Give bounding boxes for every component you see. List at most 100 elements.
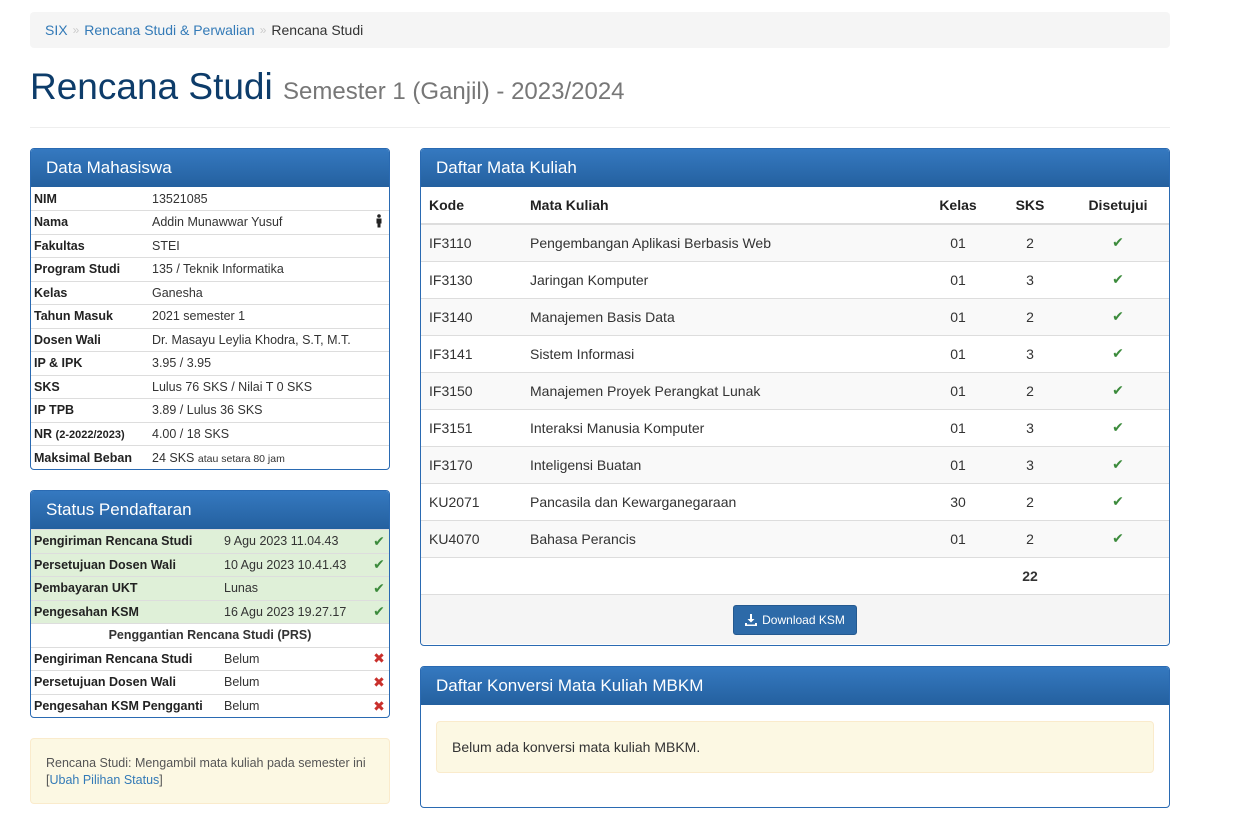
prs-status-row: Persetujuan Dosen Wali Belum ✖ — [31, 670, 389, 694]
info-label: IP TPB — [31, 398, 149, 422]
course-name: Manajemen Proyek Perangkat Lunak — [522, 371, 923, 409]
info-value: Lulus 76 SKS / Nilai T 0 SKS — [149, 374, 389, 399]
course-class: 01 — [923, 260, 993, 298]
approved-check-icon: ✔ — [1067, 408, 1169, 446]
status-value: 10 Agu 2023 10.41.43 — [221, 552, 369, 577]
course-name: Pancasila dan Kewarganegaraan — [522, 482, 923, 520]
table-row: IF3170 Inteligensi Buatan 01 3 ✔ — [421, 445, 1169, 483]
course-class: 01 — [923, 334, 993, 372]
table-row: IF3141 Sistem Informasi 01 3 ✔ — [421, 334, 1169, 372]
breadcrumb-link-rencana-studi-perwalian[interactable]: Rencana Studi & Perwalian — [84, 22, 254, 38]
info-row-nim: NIM 13521085 — [31, 187, 389, 211]
course-code: IF3150 — [421, 371, 522, 409]
approved-check-icon: ✔ — [1067, 260, 1169, 298]
info-value-text: 24 SKS — [152, 450, 195, 465]
status-value: Belum — [221, 693, 369, 717]
info-label: Kelas — [31, 280, 149, 305]
info-label: Fakultas — [31, 233, 149, 258]
status-row: Pengesahan KSM 16 Agu 2023 19.27.17 ✔ — [31, 599, 389, 624]
info-row-nama: Nama Addin Munawwar Yusuf — [31, 210, 389, 234]
course-class: 01 — [923, 223, 993, 261]
info-value: 13521085 — [152, 191, 208, 206]
status-row: Persetujuan Dosen Wali 10 Agu 2023 10.41… — [31, 552, 389, 577]
status-label: Pengesahan KSM — [31, 599, 221, 624]
status-label: Pengiriman Rencana Studi — [31, 646, 221, 671]
info-value: STEI — [149, 233, 389, 258]
page-title-text: Rencana Studi — [30, 66, 273, 107]
student-data-panel-title: Data Mahasiswa — [31, 149, 389, 187]
info-row-ip-tpb: IP TPB 3.89 / Lulus 36 SKS — [31, 398, 389, 422]
study-plan-note: Rencana Studi: Mengambil mata kuliah pad… — [30, 738, 390, 804]
status-value: 9 Agu 2023 11.04.43 — [221, 529, 369, 553]
column-header-disetujui: Disetujui — [1067, 187, 1169, 225]
prs-status-row: Pengesahan KSM Pengganti Belum ✖ — [31, 693, 389, 717]
course-list-panel-title: Daftar Mata Kuliah — [421, 149, 1169, 187]
mbkm-conversion-panel: Daftar Konversi Mata Kuliah MBKM Belum a… — [420, 666, 1170, 808]
course-sks: 2 — [993, 371, 1067, 409]
course-code: IF3151 — [421, 408, 522, 446]
course-list-footer: Download KSM — [421, 594, 1169, 644]
info-label: Maksimal Beban — [31, 445, 149, 469]
course-table-header: Kode Mata Kuliah Kelas SKS Disetujui — [421, 187, 1169, 225]
note-bracket-close: ] — [159, 773, 163, 787]
course-sks: 2 — [993, 519, 1067, 557]
info-row-program-studi: Program Studi 135 / Teknik Informatika — [31, 257, 389, 281]
info-value: 24 SKS atau setara 80 jam — [149, 445, 389, 469]
info-row-tahun-masuk: Tahun Masuk 2021 semester 1 — [31, 304, 389, 328]
download-ksm-button[interactable]: Download KSM — [733, 604, 857, 635]
person-icon[interactable] — [369, 210, 389, 234]
status-label: Pembayaran UKT — [31, 576, 221, 600]
breadcrumb-link-six[interactable]: SIX — [45, 22, 68, 38]
student-data-table: NIM 13521085 Nama Addin Munawwar Yusuf F… — [31, 187, 389, 469]
info-label: Program Studi — [31, 257, 149, 281]
course-sks: 3 — [993, 445, 1067, 483]
info-value: Dr. Masayu Leylia Khodra, S.T, M.T. — [149, 327, 389, 352]
course-class: 30 — [923, 482, 993, 520]
check-icon: ✔ — [369, 599, 389, 624]
info-label-period: (2-2022/2023) — [55, 428, 125, 441]
change-status-link[interactable]: Ubah Pilihan Status — [49, 773, 159, 787]
table-row: IF3151 Interaksi Manusia Komputer 01 3 ✔ — [421, 408, 1169, 446]
approved-check-icon: ✔ — [1067, 223, 1169, 261]
course-sks: 3 — [993, 260, 1067, 298]
course-name: Interaksi Manusia Komputer — [522, 408, 923, 446]
course-code: IF3130 — [421, 260, 522, 298]
course-table: Kode Mata Kuliah Kelas SKS Disetujui IF3… — [421, 187, 1169, 594]
course-name: Inteligensi Buatan — [522, 445, 923, 483]
course-sks: 2 — [993, 223, 1067, 261]
total-spacer — [923, 556, 993, 594]
status-row: Pengiriman Rencana Studi 9 Agu 2023 11.0… — [31, 529, 389, 553]
total-sks: 22 — [993, 556, 1067, 594]
table-row: IF3110 Pengembangan Aplikasi Berbasis We… — [421, 223, 1169, 261]
breadcrumb: SIX » Rencana Studi & Perwalian » Rencan… — [30, 12, 1170, 48]
info-value: 2021 semester 1 — [149, 304, 389, 328]
status-label: Pengiriman Rencana Studi — [31, 529, 221, 553]
status-value: Lunas — [221, 576, 369, 600]
column-header-sks: SKS — [993, 187, 1067, 225]
approved-check-icon: ✔ — [1067, 445, 1169, 483]
course-class: 01 — [923, 297, 993, 335]
breadcrumb-current: Rencana Studi — [271, 22, 364, 38]
course-class: 01 — [923, 519, 993, 557]
column-header-kode: Kode — [421, 187, 522, 225]
info-label: NR (2-2022/2023) — [31, 421, 149, 446]
info-label: IP & IPK — [31, 351, 149, 375]
check-icon: ✔ — [369, 552, 389, 577]
info-value: Addin Munawwar Yusuf — [149, 210, 369, 234]
page-title: Rencana Studi Semester 1 (Ganjil) - 2023… — [30, 62, 1170, 117]
column-header-kelas: Kelas — [923, 187, 993, 225]
course-code: IF3110 — [421, 223, 522, 261]
course-code: IF3141 — [421, 334, 522, 372]
info-label: SKS — [31, 374, 149, 399]
course-name: Jaringan Komputer — [522, 260, 923, 298]
course-list-panel: Daftar Mata Kuliah Kode Mata Kuliah Kela… — [420, 148, 1170, 646]
mbkm-conversion-panel-title: Daftar Konversi Mata Kuliah MBKM — [421, 667, 1169, 705]
approved-check-icon: ✔ — [1067, 334, 1169, 372]
approved-check-icon: ✔ — [1067, 482, 1169, 520]
info-label: Dosen Wali — [31, 327, 149, 352]
status-label: Persetujuan Dosen Wali — [31, 670, 221, 694]
table-row: KU2071 Pancasila dan Kewarganegaraan 30 … — [421, 482, 1169, 520]
course-name: Bahasa Perancis — [522, 519, 923, 557]
total-spacer — [1067, 556, 1169, 594]
info-row-sks: SKS Lulus 76 SKS / Nilai T 0 SKS — [31, 374, 389, 399]
